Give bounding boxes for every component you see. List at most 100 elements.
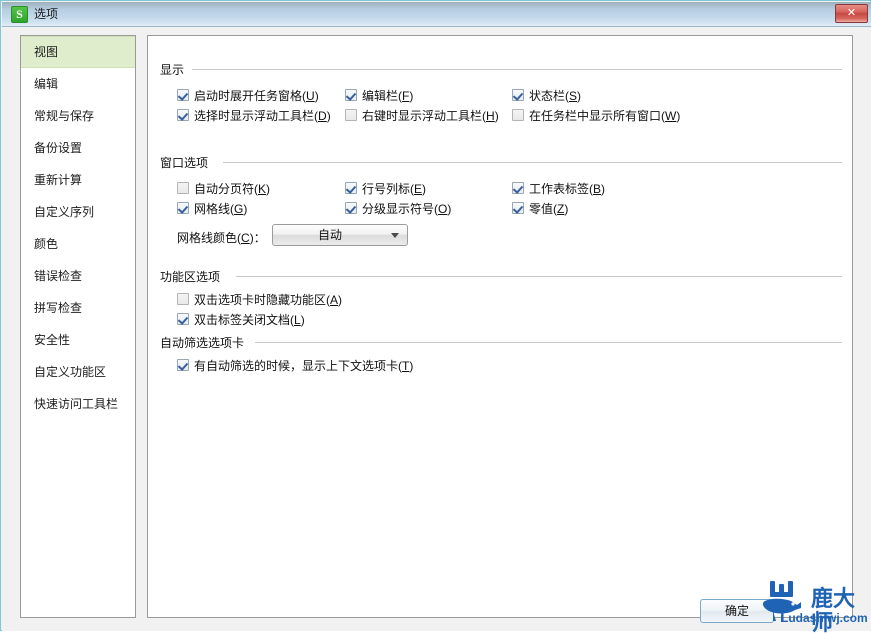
sidebar-item-recalculate[interactable]: 重新计算 (21, 164, 135, 196)
checkbox-label: 自动分页符 (194, 181, 255, 196)
checkbox-formula-bar[interactable]: 编辑栏(F) (345, 88, 413, 103)
checkbox-accel: A (330, 292, 339, 307)
gridline-color-label: 网格线颜色(C)： (177, 231, 266, 245)
sidebar-item-label: 拼写检查 (34, 301, 83, 315)
checkbox-hide-ribbon-on-tab-doubleclick[interactable]: 双击选项卡时隐藏功能区(A) (177, 292, 342, 307)
checkbox-expand-task-pane-on-startup[interactable]: 启动时展开任务窗格(U) (177, 88, 319, 103)
checkbox-box (345, 202, 357, 214)
checkbox-accel: F (402, 88, 410, 103)
checkbox-automatic-page-breaks[interactable]: 自动分页符(K) (177, 181, 270, 196)
checkbox-label: 行号列标 (362, 181, 411, 196)
sidebar-item-spell-check[interactable]: 拼写检查 (21, 292, 135, 324)
sidebar-item-label: 错误检查 (34, 269, 83, 283)
checkbox-label: 右键时显示浮动工具栏 (362, 108, 483, 123)
sidebar-item-label: 自定义序列 (34, 205, 95, 219)
checkbox-close-doc-on-tab-doubleclick[interactable]: 双击标签关闭文档(L) (177, 312, 305, 327)
sidebar-item-backup-settings[interactable]: 备份设置 (21, 132, 135, 164)
sidebar-item-colors[interactable]: 颜色 (21, 228, 135, 260)
gridline-color-dropdown[interactable]: 自动 (272, 224, 408, 246)
sidebar-item-label: 自定义功能区 (34, 365, 107, 379)
checkbox-label: 网格线 (194, 201, 231, 216)
checkbox-status-bar[interactable]: 状态栏(S) (512, 88, 581, 103)
group-ribbon-options-title: 功能区选项 (160, 268, 227, 285)
checkbox-label: 双击标签关闭文档 (194, 312, 291, 327)
checkbox-gridlines[interactable]: 网格线(G) (177, 201, 247, 216)
checkbox-show-floating-toolbar-on-rightclick[interactable]: 右键时显示浮动工具栏(H) (345, 108, 499, 123)
gridline-color-suffix: ： (253, 231, 266, 245)
checkbox-show-all-windows-in-taskbar[interactable]: 在任务栏中显示所有窗口(W) (512, 108, 680, 123)
checkbox-box (512, 182, 524, 194)
title-bar: S 选项 ✕ (2, 2, 871, 27)
gridline-color-value: 自动 (317, 228, 342, 242)
checkbox-accel: B (593, 181, 602, 196)
gridline-color-label-text: 网格线颜色 (177, 231, 238, 245)
group-display-title: 显示 (160, 61, 191, 78)
sidebar-item-security[interactable]: 安全性 (21, 324, 135, 356)
sidebar-item-label: 颜色 (34, 237, 59, 251)
checkbox-box (177, 202, 189, 214)
checkbox-sheet-tabs[interactable]: 工作表标签(B) (512, 181, 605, 196)
options-category-list[interactable]: 视图 编辑 常规与保存 备份设置 重新计算 自定义序列 颜色 错误检查 拼写检查… (20, 35, 136, 618)
checkbox-label: 分级显示符号 (362, 201, 435, 216)
checkbox-accel: U (306, 88, 315, 103)
checkbox-outline-symbols[interactable]: 分级显示符号(O) (345, 201, 451, 216)
checkbox-show-contextual-tab-on-autofilter[interactable]: 有自动筛选的时候，显示上下文选项卡(T) (177, 358, 413, 373)
checkbox-box (345, 109, 357, 121)
view-options-panel: 显示 启动时展开任务窗格(U) 编辑栏(F) 状态栏(S) 选择时显示浮动工具栏… (147, 35, 853, 618)
checkbox-box (177, 182, 189, 194)
checkbox-label: 状态栏 (529, 88, 566, 103)
sidebar-item-view[interactable]: 视图 (21, 36, 135, 68)
checkbox-accel: G (234, 201, 244, 216)
sidebar-item-custom-lists[interactable]: 自定义序列 (21, 196, 135, 228)
checkbox-accel: S (569, 88, 578, 103)
checkbox-label: 在任务栏中显示所有窗口 (529, 108, 662, 123)
chevron-down-icon (391, 233, 399, 238)
wps-spreadsheet-icon: S (11, 6, 28, 23)
checkbox-label: 有自动筛选的时候，显示上下文选项卡 (194, 358, 399, 373)
checkbox-accel: O (438, 201, 448, 216)
group-autofilter-tab-title: 自动筛选选项卡 (160, 334, 251, 351)
group-ribbon-options-rule (236, 276, 842, 277)
checkbox-zero-values[interactable]: 零值(Z) (512, 201, 568, 216)
dialog-body: 视图 编辑 常规与保存 备份设置 重新计算 自定义序列 颜色 错误检查 拼写检查… (2, 27, 871, 631)
checkbox-accel: D (318, 108, 327, 123)
gridline-color-accel: C (241, 231, 250, 245)
checkbox-accel: W (665, 108, 677, 123)
checkbox-box (512, 202, 524, 214)
ok-button[interactable]: 确定 (700, 599, 774, 623)
checkbox-box (177, 293, 189, 305)
close-icon[interactable]: ✕ (835, 4, 868, 23)
window-title: 选项 (34, 7, 59, 21)
group-autofilter-tab-rule (255, 342, 842, 343)
checkbox-box (177, 89, 189, 101)
checkbox-box (512, 109, 524, 121)
sidebar-item-error-checking[interactable]: 错误检查 (21, 260, 135, 292)
checkbox-label: 双击选项卡时隐藏功能区 (194, 292, 327, 307)
checkbox-label: 选择时显示浮动工具栏 (194, 108, 315, 123)
sidebar-item-quick-access-toolbar[interactable]: 快速访问工具栏 (21, 388, 135, 420)
checkbox-box (177, 109, 189, 121)
sidebar-item-customize-ribbon[interactable]: 自定义功能区 (21, 356, 135, 388)
group-display-rule (192, 69, 842, 70)
checkbox-label: 零值 (529, 201, 554, 216)
sidebar-item-label: 视图 (34, 45, 59, 59)
checkbox-box (177, 313, 189, 325)
sidebar-item-general-save[interactable]: 常规与保存 (21, 100, 135, 132)
checkbox-show-floating-toolbar-on-select[interactable]: 选择时显示浮动工具栏(D) (177, 108, 331, 123)
checkbox-label: 启动时展开任务窗格 (194, 88, 303, 103)
checkbox-accel: H (486, 108, 495, 123)
sidebar-item-label: 常规与保存 (34, 109, 95, 123)
checkbox-box (177, 359, 189, 371)
sidebar-item-label: 安全性 (34, 333, 71, 347)
checkbox-accel: E (414, 181, 423, 196)
sidebar-item-edit[interactable]: 编辑 (21, 68, 135, 100)
checkbox-row-column-headers[interactable]: 行号列标(E) (345, 181, 426, 196)
checkbox-accel: L (294, 312, 301, 327)
sidebar-item-label: 编辑 (34, 77, 59, 91)
checkbox-label: 编辑栏 (362, 88, 399, 103)
checkbox-accel: K (258, 181, 267, 196)
checkbox-label: 工作表标签 (529, 181, 590, 196)
sidebar-item-label: 备份设置 (34, 141, 83, 155)
checkbox-accel: Z (557, 201, 565, 216)
checkbox-accel: T (402, 358, 410, 373)
